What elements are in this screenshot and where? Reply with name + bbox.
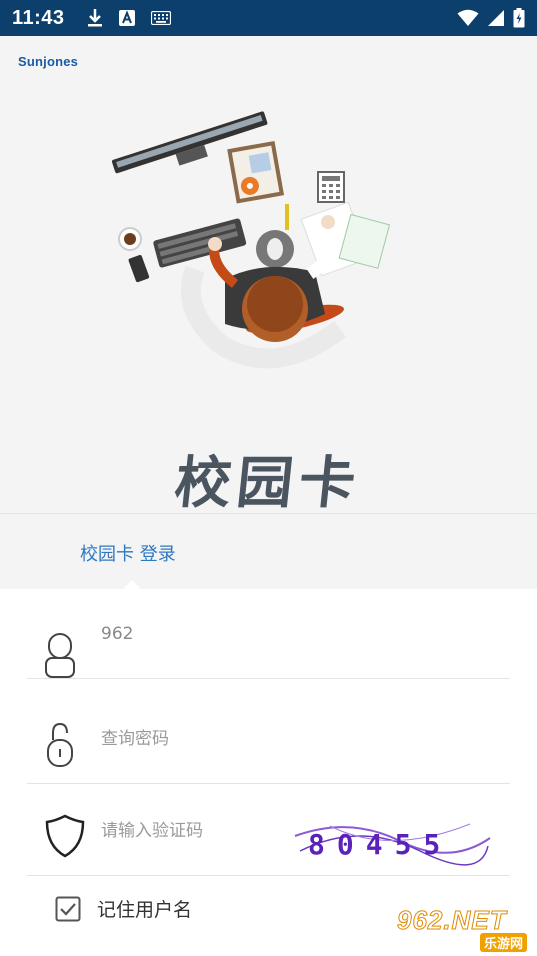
watermark: 962.NET 乐游网 xyxy=(397,905,529,952)
status-system-icons xyxy=(457,8,525,28)
keyboard-icon xyxy=(150,11,171,25)
captcha-image[interactable]: 80455 xyxy=(290,806,495,868)
watermark-sub: 乐游网 xyxy=(479,933,527,952)
username-row xyxy=(27,589,510,679)
watermark-main: 962.NET xyxy=(397,905,507,936)
captcha-input[interactable] xyxy=(101,786,271,876)
user-icon xyxy=(45,633,75,678)
desk-illustration xyxy=(111,111,391,369)
battery-icon xyxy=(513,8,525,28)
login-form: 80455 记住用户名 xyxy=(0,589,537,956)
login-tab-strip: 校园卡 登录 xyxy=(0,513,537,591)
remember-username-label: 记住用户名 xyxy=(97,899,193,921)
password-input[interactable] xyxy=(101,694,361,784)
remember-username[interactable]: 记住用户名 xyxy=(55,895,192,922)
status-bar: 11:43 xyxy=(0,0,537,36)
lock-icon xyxy=(47,722,73,767)
password-row xyxy=(27,694,510,784)
captcha-row: 80455 xyxy=(27,786,510,876)
wifi-icon xyxy=(457,9,479,26)
captcha-text: 80455 xyxy=(308,828,452,861)
sunjones-logo: Sunjones xyxy=(18,54,79,69)
checkbox-checked-icon[interactable] xyxy=(55,896,81,922)
tab-campus-card-login[interactable]: 校园卡 登录 xyxy=(80,540,176,566)
font-a-icon xyxy=(118,10,135,26)
hero-section: 校园卡 xyxy=(0,36,537,516)
username-input[interactable] xyxy=(101,589,361,679)
download-icon xyxy=(87,9,102,27)
status-notification-icons xyxy=(87,8,171,28)
status-time: 11:43 xyxy=(12,6,65,29)
shield-icon xyxy=(45,814,85,858)
app-title: 校园卡 xyxy=(171,450,365,516)
signal-icon xyxy=(488,10,504,26)
